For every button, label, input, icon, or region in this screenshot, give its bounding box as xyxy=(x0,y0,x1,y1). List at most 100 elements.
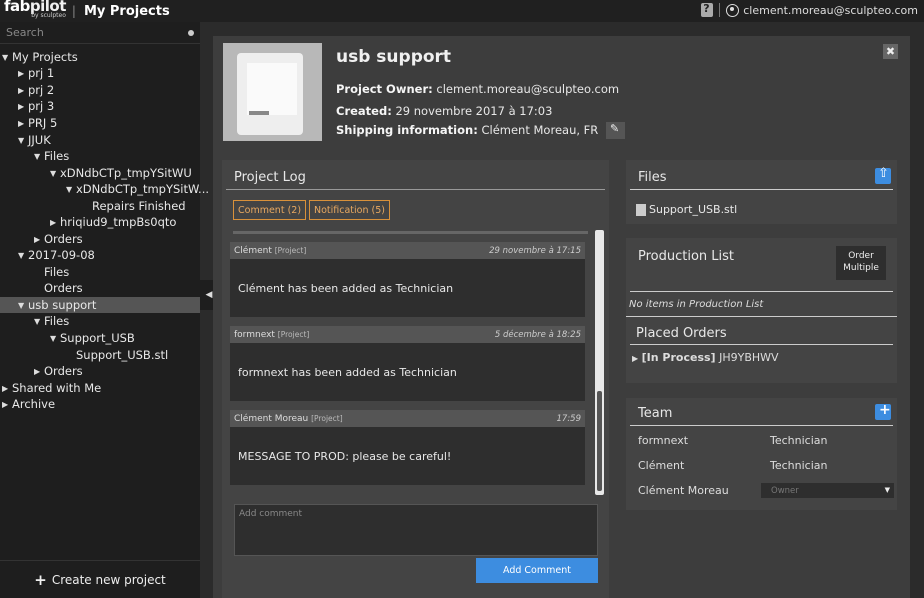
tree-node[interactable]: ▼ xDNdbCTp_tmpYSitW... xyxy=(66,181,209,197)
search-bar xyxy=(0,22,200,44)
tree-node[interactable]: ▶ prj 1 xyxy=(18,65,54,81)
team-member-role: Technician xyxy=(770,434,828,447)
file-icon xyxy=(636,204,646,216)
edit-shipping-button[interactable] xyxy=(605,122,625,139)
tree-node[interactable]: ▶ hriqiud9_tmpBs0qto xyxy=(50,214,176,230)
add-comment-button[interactable]: Add Comment xyxy=(476,558,598,583)
team-member-name: Clément Moreau xyxy=(638,484,729,497)
collapse-arrow-icon[interactable]: ▼ xyxy=(66,185,76,194)
tree-node[interactable]: ▼ xDNdbCTp_tmpYSitWU xyxy=(50,165,192,181)
plus-icon: + xyxy=(34,570,47,589)
expand-arrow-icon[interactable]: ▶ xyxy=(18,69,28,78)
team-member-name: formnext xyxy=(638,434,689,447)
tree-node-label: Orders xyxy=(44,232,83,246)
tree-node-label: usb support xyxy=(28,298,97,312)
tree-node-label: PRJ 5 xyxy=(28,116,58,130)
collapse-arrow-icon[interactable]: ▼ xyxy=(50,334,60,343)
tree-node[interactable]: ▼ 2017-09-08 xyxy=(18,247,95,263)
chevron-down-icon: ▼ xyxy=(884,486,890,494)
tree-node[interactable]: ▼ Files xyxy=(34,313,69,329)
tree-node-label: Files xyxy=(44,265,70,279)
tree-node[interactable]: Files xyxy=(34,264,69,280)
tree-node[interactable]: ▶ prj 3 xyxy=(18,98,54,114)
tab-notification[interactable]: Notification (5) xyxy=(309,200,390,220)
files-title: Files xyxy=(638,170,667,185)
production-list-panel: Production List Order Multiple No items … xyxy=(626,238,897,383)
help-icon[interactable] xyxy=(701,2,714,17)
tree-node[interactable]: ▶ Archive xyxy=(2,396,55,412)
expand-arrow-icon[interactable]: ▶ xyxy=(34,367,44,376)
project-name: usb support xyxy=(336,47,452,67)
log-entry: Clément [Project] 29 novembre à 17:15 Clé… xyxy=(230,242,585,317)
tree-node-label: hriqiud9_tmpBs0qto xyxy=(60,215,177,229)
upload-icon[interactable] xyxy=(875,166,891,184)
files-panel: Files Support_USB.stl xyxy=(626,160,897,224)
expand-arrow-icon[interactable]: ▶ xyxy=(50,218,60,227)
tree-node-label: prj 3 xyxy=(28,99,55,113)
tree-node[interactable]: ▶ PRJ 5 xyxy=(18,115,57,131)
collapse-arrow-icon[interactable]: ▼ xyxy=(34,152,44,161)
production-list-title: Production List xyxy=(638,249,735,264)
team-member-role: Technician xyxy=(770,459,828,472)
expand-arrow-icon[interactable]: ▶ xyxy=(34,235,44,244)
expand-arrow-icon[interactable]: ▶ xyxy=(2,384,12,393)
tree-node-label: Orders xyxy=(44,364,83,378)
create-project-button[interactable]: + Create new project xyxy=(0,560,200,598)
tree-node-label: Files xyxy=(44,149,70,163)
tree-node-label: Archive xyxy=(12,397,56,411)
collapse-arrow-icon[interactable]: ▼ xyxy=(2,53,12,62)
search-input[interactable] xyxy=(6,26,188,39)
tree-node[interactable]: ▶ Shared with Me xyxy=(2,380,101,396)
fabpilot-logo[interactable]: fabpilot by sculpteo xyxy=(4,0,66,19)
log-entries[interactable]: Clément [Project] 29 novembre à 17:15 Clé… xyxy=(230,229,596,499)
project-log-title: Project Log xyxy=(234,170,306,185)
tab-comment[interactable]: Comment (2) xyxy=(233,200,307,220)
top-bar: fabpilot by sculpteo | My Projects cleme… xyxy=(0,0,924,22)
tree-node[interactable]: ▶ prj 2 xyxy=(18,82,54,98)
placed-orders-title: Placed Orders xyxy=(636,326,727,341)
tree-node-label: prj 1 xyxy=(28,66,55,80)
log-entry: Clément Moreau [Project] 17:59 MESSAGE TO… xyxy=(230,410,585,485)
tree-node[interactable]: Repairs Finished xyxy=(82,198,186,214)
tree-node[interactable]: ▼ usb support xyxy=(0,297,200,313)
log-scrollbar-thumb[interactable] xyxy=(597,391,602,491)
tree-node[interactable]: ▼ My Projects xyxy=(2,49,78,65)
search-clear-icon[interactable] xyxy=(188,29,194,36)
file-item[interactable]: Support_USB.stl xyxy=(636,203,737,216)
tree-node[interactable]: ▶ Orders xyxy=(34,363,83,379)
order-multiple-button[interactable]: Order Multiple xyxy=(836,246,886,280)
project-shipping: Shipping information: Clément Moreau, FR xyxy=(336,122,625,139)
expand-arrow-icon[interactable]: ▶ xyxy=(18,102,28,111)
project-detail: ✖ usb support Project Owner: clement.mor… xyxy=(213,36,910,598)
tree-node-label: xDNdbCTp_tmpYSitW... xyxy=(76,182,210,196)
user-email[interactable]: clement.moreau@sculpteo.com xyxy=(743,4,918,17)
collapse-arrow-icon[interactable]: ▼ xyxy=(50,169,60,178)
page-title: My Projects xyxy=(83,3,170,19)
tree-node[interactable]: ▼ JJUK xyxy=(18,132,51,148)
divider xyxy=(719,3,721,17)
collapse-arrow-icon[interactable]: ▼ xyxy=(34,317,44,326)
expand-arrow-icon[interactable]: ▶ xyxy=(18,119,28,128)
expand-arrow-icon[interactable]: ▶ xyxy=(2,400,12,409)
expand-arrow-icon[interactable]: ▶ xyxy=(18,86,28,95)
collapse-arrow-icon[interactable]: ▼ xyxy=(18,136,28,145)
role-select[interactable]: Owner ▼ xyxy=(761,483,894,498)
collapse-arrow-icon[interactable]: ▼ xyxy=(18,301,28,310)
tree-node[interactable]: ▶ Orders xyxy=(34,231,83,247)
production-empty-text: No items in Production List xyxy=(629,299,764,310)
tree-node[interactable]: ▼ Support_USB xyxy=(50,330,135,346)
expand-arrow-icon: ▶ xyxy=(632,354,639,363)
tree-node[interactable]: ▼ Files xyxy=(34,148,69,164)
sidebar: ▼My Projects▶prj 1▶prj 2▶prj 3▶PRJ 5▼JJU… xyxy=(0,22,209,598)
placed-order-item[interactable]: ▶ [In Process] JH9YBHWV xyxy=(632,351,779,364)
tree-node-label: 2017-09-08 xyxy=(28,248,95,262)
collapse-arrow-icon[interactable]: ▼ xyxy=(18,251,28,260)
tree-node[interactable]: Orders xyxy=(34,280,83,296)
comment-input[interactable] xyxy=(234,504,598,556)
tree-node-label: xDNdbCTp_tmpYSitWU xyxy=(60,166,192,180)
log-entry: formnext [Project] 5 décembre à 18:25 for… xyxy=(230,326,585,401)
tree-node-label: My Projects xyxy=(12,50,78,64)
tree-node[interactable]: Support_USB.stl xyxy=(66,347,168,363)
add-user-icon[interactable] xyxy=(875,402,891,420)
close-button[interactable]: ✖ xyxy=(883,44,898,59)
